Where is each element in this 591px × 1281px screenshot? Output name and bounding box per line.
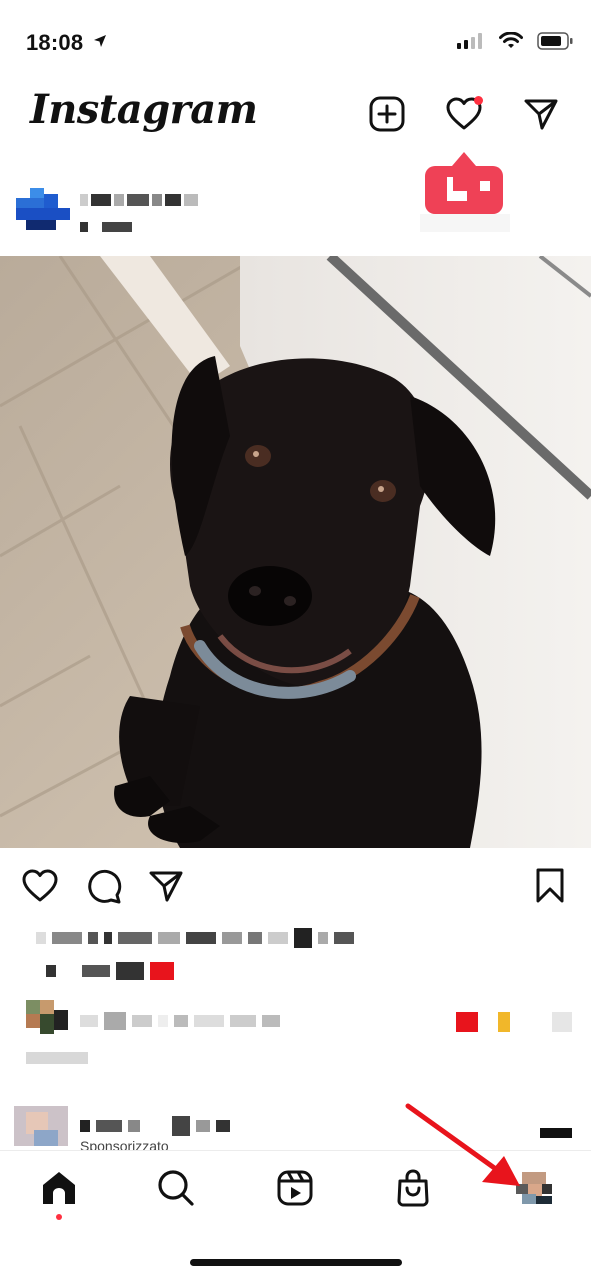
post-photo[interactable] (0, 256, 591, 848)
tab-home[interactable] (37, 1166, 81, 1210)
new-post-button[interactable] (369, 96, 405, 132)
home-indicator[interactable] (190, 1259, 402, 1266)
share-icon (149, 871, 183, 902)
comment-emoji-red (456, 1012, 478, 1032)
commenter-avatar[interactable] (26, 1000, 68, 1034)
reels-icon (277, 1170, 313, 1206)
notification-dot (474, 96, 483, 105)
status-icons (457, 32, 573, 50)
comment-text (80, 1012, 280, 1030)
like-button[interactable] (20, 866, 60, 906)
post-likes[interactable] (36, 928, 354, 948)
notification-popup-shadow (420, 214, 510, 232)
sponsored-account-name[interactable] (80, 1116, 230, 1136)
battery-icon (537, 32, 573, 50)
sponsored-more-button[interactable] (540, 1128, 572, 1138)
bookmark-icon (536, 868, 564, 903)
wifi-icon (499, 32, 523, 48)
status-time: 18:08 (26, 30, 108, 56)
share-button[interactable] (146, 866, 186, 906)
cellular-signal-icon (457, 33, 482, 49)
notification-popup-tip (452, 152, 476, 166)
app-logo[interactable]: Instagram (30, 86, 258, 133)
activity-button[interactable] (446, 96, 483, 132)
post-caption (46, 962, 174, 980)
search-icon (158, 1170, 194, 1206)
comment-icon (88, 869, 122, 904)
dog-photo (0, 256, 591, 848)
direct-message-button[interactable] (523, 96, 559, 132)
post-timestamp (26, 1052, 88, 1064)
sponsored-avatar[interactable] (14, 1106, 68, 1146)
post-location[interactable] (80, 222, 132, 232)
notification-popup-icon-cutout (453, 177, 467, 191)
post-author-name[interactable] (80, 194, 198, 206)
comment-like-button[interactable] (552, 1012, 572, 1032)
save-button[interactable] (530, 866, 570, 906)
post-author-avatar[interactable] (16, 188, 70, 232)
location-arrow-icon (93, 35, 106, 47)
notification-popup-count-block (480, 181, 490, 191)
annotation-arrow (405, 1103, 520, 1186)
comment-button[interactable] (84, 866, 124, 906)
heart-icon (22, 869, 58, 902)
tab-search[interactable] (154, 1166, 198, 1210)
new-post-icon (369, 96, 405, 132)
home-icon (43, 1172, 75, 1204)
comment-emoji-yellow (498, 1012, 510, 1032)
tab-reels[interactable] (273, 1166, 317, 1210)
direct-message-icon (524, 99, 558, 130)
home-active-dot (56, 1214, 62, 1220)
